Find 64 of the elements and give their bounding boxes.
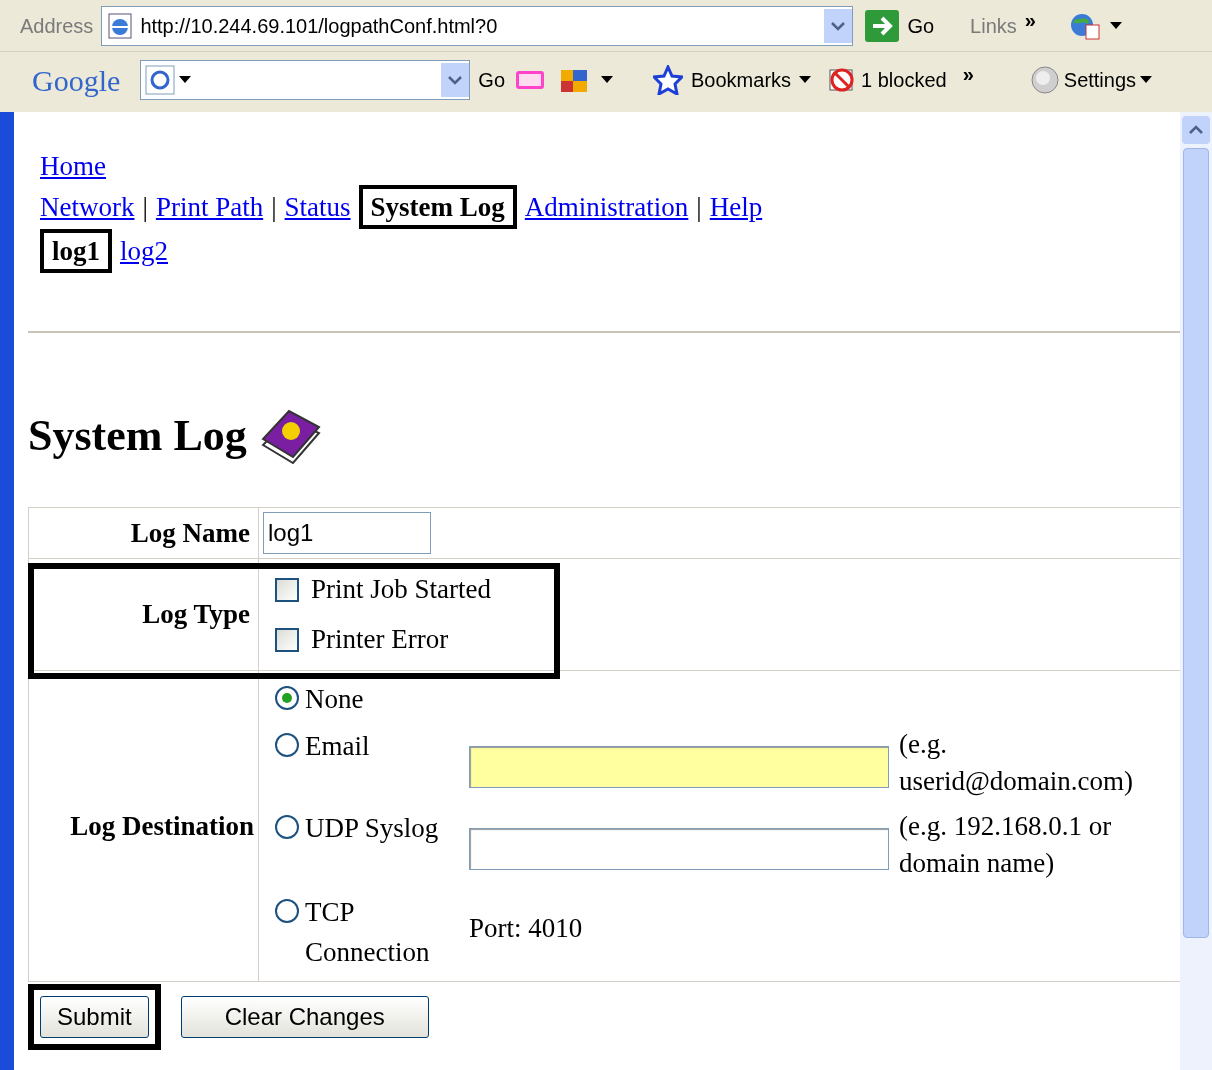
nav-link[interactable]: Help: [709, 188, 763, 226]
checkbox-label: Printer Error: [311, 623, 449, 657]
caret-icon[interactable]: [1109, 21, 1122, 30]
checkbox-label: Print Job Started: [311, 573, 491, 607]
checkbox[interactable]: [275, 627, 299, 652]
page-heading: System Log: [28, 410, 247, 462]
address-label: Address: [20, 13, 94, 39]
chevron-label[interactable]: »: [1024, 4, 1036, 35]
separator-text: |: [142, 190, 148, 224]
text-input[interactable]: [469, 745, 889, 788]
caret-icon: [179, 76, 192, 84]
caret-icon: [799, 76, 812, 84]
radio-button[interactable]: [275, 898, 299, 923]
nav-link[interactable]: Print Path: [155, 188, 264, 226]
log-type-label: Log Type: [28, 558, 259, 671]
go-button[interactable]: Go: [478, 65, 505, 95]
log-name-label: Log Name: [28, 507, 259, 559]
radio-button[interactable]: [275, 686, 299, 710]
chevron-down-icon: [448, 75, 463, 85]
go-button[interactable]: Go: [861, 9, 939, 42]
bookmarks-button[interactable]: Bookmarks: [653, 65, 812, 95]
circle-icon: [1029, 65, 1060, 95]
text-input[interactable]: [469, 827, 889, 870]
settings-button[interactable]: Settings: [1029, 65, 1153, 95]
clear-button[interactable]: Clear Changes: [180, 995, 429, 1038]
address-field[interactable]: http://10.244.69.101/logpathConf.html?0: [101, 5, 854, 46]
search-logo: Google: [32, 62, 121, 99]
radio-label: UDP Syslog: [305, 811, 439, 845]
arrow-right-icon: [865, 9, 900, 42]
checkbox[interactable]: [275, 577, 299, 602]
dropdown-button[interactable]: [441, 63, 470, 97]
radio-button[interactable]: [275, 814, 299, 839]
star-icon: [653, 65, 683, 95]
port-text: Port: 4010: [469, 911, 583, 945]
radio-button[interactable]: [275, 732, 299, 757]
log-current: log1: [40, 229, 112, 273]
nav-current: System Log: [358, 185, 517, 229]
popup-blocker-button[interactable]: 1 blocked: [827, 65, 947, 95]
radio-label: Email: [305, 729, 370, 763]
nav-link[interactable]: Network: [40, 188, 135, 226]
separator-text: |: [271, 190, 277, 224]
scrollbar-thumb[interactable]: [1183, 148, 1209, 938]
caret-icon[interactable]: [601, 76, 613, 84]
radio-label: None: [305, 683, 364, 716]
nav-link[interactable]: Status: [284, 188, 351, 226]
log-name-field[interactable]: log1: [263, 512, 431, 554]
hint-text: (e.g. userid@domain.com): [899, 727, 1135, 798]
hint-text: (e.g. 192.168.0.1 or domain name): [899, 809, 1113, 880]
links-label[interactable]: Links: [970, 10, 1017, 41]
log-destination-label: Log Destination: [28, 670, 259, 981]
nav-link[interactable]: Administration: [524, 188, 689, 226]
search-field[interactable]: [140, 60, 471, 100]
chevron-down-icon: [831, 20, 846, 31]
url-text: http://10.244.69.101/logpathConf.html?0: [140, 13, 499, 39]
log-link[interactable]: log2: [120, 232, 169, 270]
submit-button[interactable]: Submit: [40, 995, 149, 1038]
dropdown-button[interactable]: [824, 8, 853, 43]
caret-icon: [1140, 76, 1153, 84]
scroll-up-button[interactable]: [1182, 116, 1210, 144]
chevron-up-icon: [1189, 125, 1203, 135]
chevron-label[interactable]: »: [962, 59, 974, 89]
radio-label: TCP Connection: [305, 895, 431, 969]
separator-text: |: [696, 190, 702, 224]
home-link[interactable]: Home: [40, 151, 106, 181]
